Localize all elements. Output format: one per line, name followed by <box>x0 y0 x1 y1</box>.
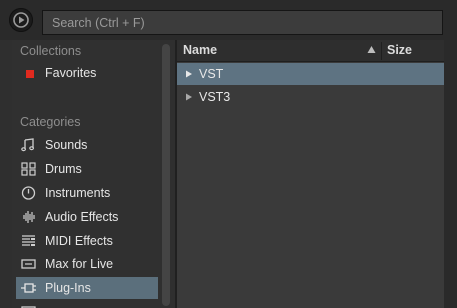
list-item-label: VST <box>199 67 224 81</box>
search-input[interactable] <box>43 11 442 34</box>
categories-heading: Categories <box>20 115 81 129</box>
favorites-color-tag <box>26 70 34 78</box>
search-field[interactable] <box>42 10 443 35</box>
browser-sidebar: Collections Favorites Categories Sounds … <box>12 40 160 308</box>
sidebar-item-plug-ins[interactable]: Plug-Ins <box>16 277 158 299</box>
collections-heading: Collections <box>20 44 82 58</box>
music-note-icon <box>21 138 35 152</box>
sidebar-item-label: Plug-Ins <box>45 281 91 295</box>
sidebar-item-favorites[interactable]: Favorites <box>16 62 158 84</box>
sidebar-scrollbar[interactable] <box>162 44 170 306</box>
plugin-icon <box>21 283 36 293</box>
file-list-panel: Name Size VST VST3 <box>177 40 444 308</box>
list-item-vst3[interactable]: VST3 <box>177 86 444 108</box>
sidebar-item-label: Audio Effects <box>45 210 119 224</box>
sidebar-item-cut-off <box>16 301 158 308</box>
midi-lines-icon <box>22 235 35 246</box>
column-header-name[interactable]: Name <box>183 43 217 57</box>
sidebar-item-midi-effects[interactable]: MIDI Effects <box>16 230 158 252</box>
list-header: Name Size <box>177 40 444 62</box>
sidebar-item-sounds[interactable]: Sounds <box>16 134 158 156</box>
sidebar-item-label: Sounds <box>45 138 88 152</box>
list-item-vst[interactable]: VST <box>177 63 444 85</box>
sidebar-item-label: Max for Live <box>45 257 114 271</box>
sidebar-item-label: Drums <box>45 162 82 176</box>
drum-grid-icon <box>21 162 36 176</box>
column-separator[interactable] <box>381 42 382 60</box>
sidebar-item-label: Instruments <box>45 186 111 200</box>
column-header-size[interactable]: Size <box>387 43 412 57</box>
list-item-label: VST3 <box>199 90 231 104</box>
sidebar-item-drums[interactable]: Drums <box>16 158 158 180</box>
expand-arrow-icon[interactable] <box>185 70 193 78</box>
sidebar-item-instruments[interactable]: Instruments <box>16 182 158 204</box>
play-icon <box>13 12 29 28</box>
preview-play-button[interactable] <box>9 8 33 32</box>
max-device-icon <box>21 259 36 269</box>
sort-ascending-icon[interactable] <box>367 45 376 54</box>
window-edge <box>444 40 457 308</box>
sidebar-item-audio-effects[interactable]: Audio Effects <box>16 206 158 228</box>
sidebar-item-max-for-live[interactable]: Max for Live <box>16 253 158 275</box>
instrument-clock-icon <box>21 186 36 200</box>
sidebar-item-label: Favorites <box>45 66 97 80</box>
waveform-icon <box>23 211 35 223</box>
sidebar-item-label: MIDI Effects <box>45 234 113 248</box>
expand-arrow-icon[interactable] <box>185 93 193 101</box>
browser-toolbar <box>0 0 457 40</box>
